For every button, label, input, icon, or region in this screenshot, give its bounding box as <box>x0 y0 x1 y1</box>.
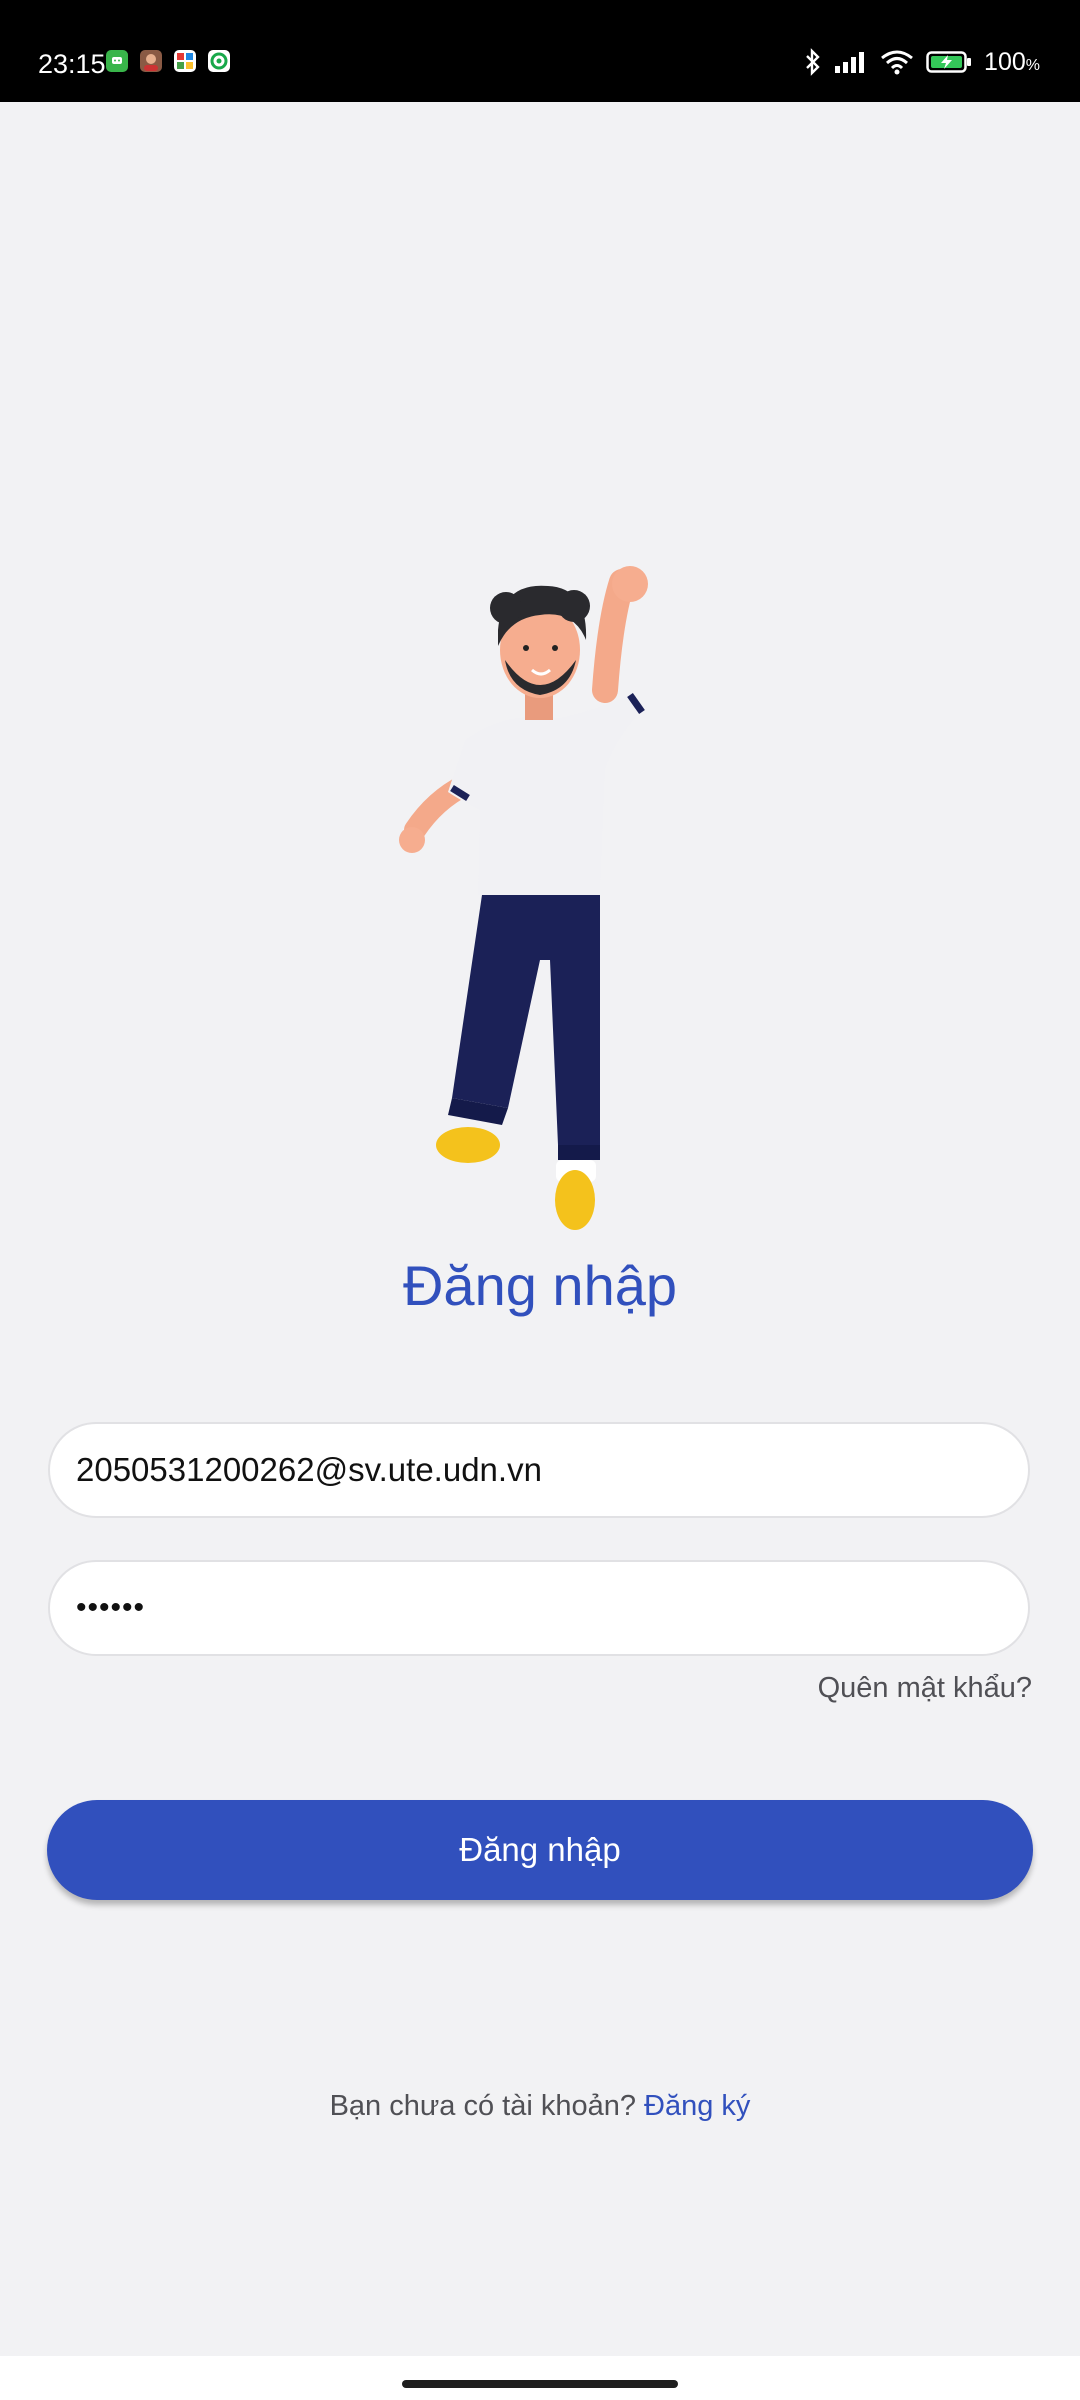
status-bar: 23:15 100% <box>0 0 1080 102</box>
avatar-app-icon <box>140 50 162 72</box>
battery-percent: 100% <box>984 48 1040 76</box>
system-status: 100% <box>804 46 1040 82</box>
battery-charging-icon <box>926 49 972 80</box>
notification-icons <box>106 50 230 72</box>
forgot-password-link[interactable]: Quên mật khẩu? <box>818 1670 1032 1706</box>
signal-icon <box>834 50 868 79</box>
email-field[interactable]: 2050531200262@sv.ute.udn.vn <box>48 1422 1030 1518</box>
colorful-app-icon <box>174 50 196 72</box>
green-chat-icon <box>106 50 128 72</box>
status-time: 23:15 <box>38 49 106 79</box>
password-field[interactable]: •••••• <box>48 1560 1030 1656</box>
no-account-text: Bạn chưa có tài khoản? <box>329 2090 645 2122</box>
login-button[interactable]: Đăng nhập <box>47 1800 1033 1900</box>
login-button-label: Đăng nhập <box>459 1831 621 1868</box>
navigation-bar <box>0 2356 1080 2400</box>
signup-link[interactable]: Đăng ký <box>644 2090 750 2122</box>
green-circle-app-icon <box>208 50 230 72</box>
email-value: 2050531200262@sv.ute.udn.vn <box>76 1451 542 1488</box>
wifi-icon <box>880 49 914 80</box>
page-title: Đăng nhập <box>402 1254 677 1317</box>
bluetooth-icon <box>804 47 822 81</box>
signup-row: Bạn chưa có tài khoản? Đăng ký <box>0 2086 1080 2126</box>
password-value: •••••• <box>76 1591 146 1624</box>
waving-man-illustration <box>390 560 680 1240</box>
home-indicator[interactable] <box>402 2380 678 2388</box>
